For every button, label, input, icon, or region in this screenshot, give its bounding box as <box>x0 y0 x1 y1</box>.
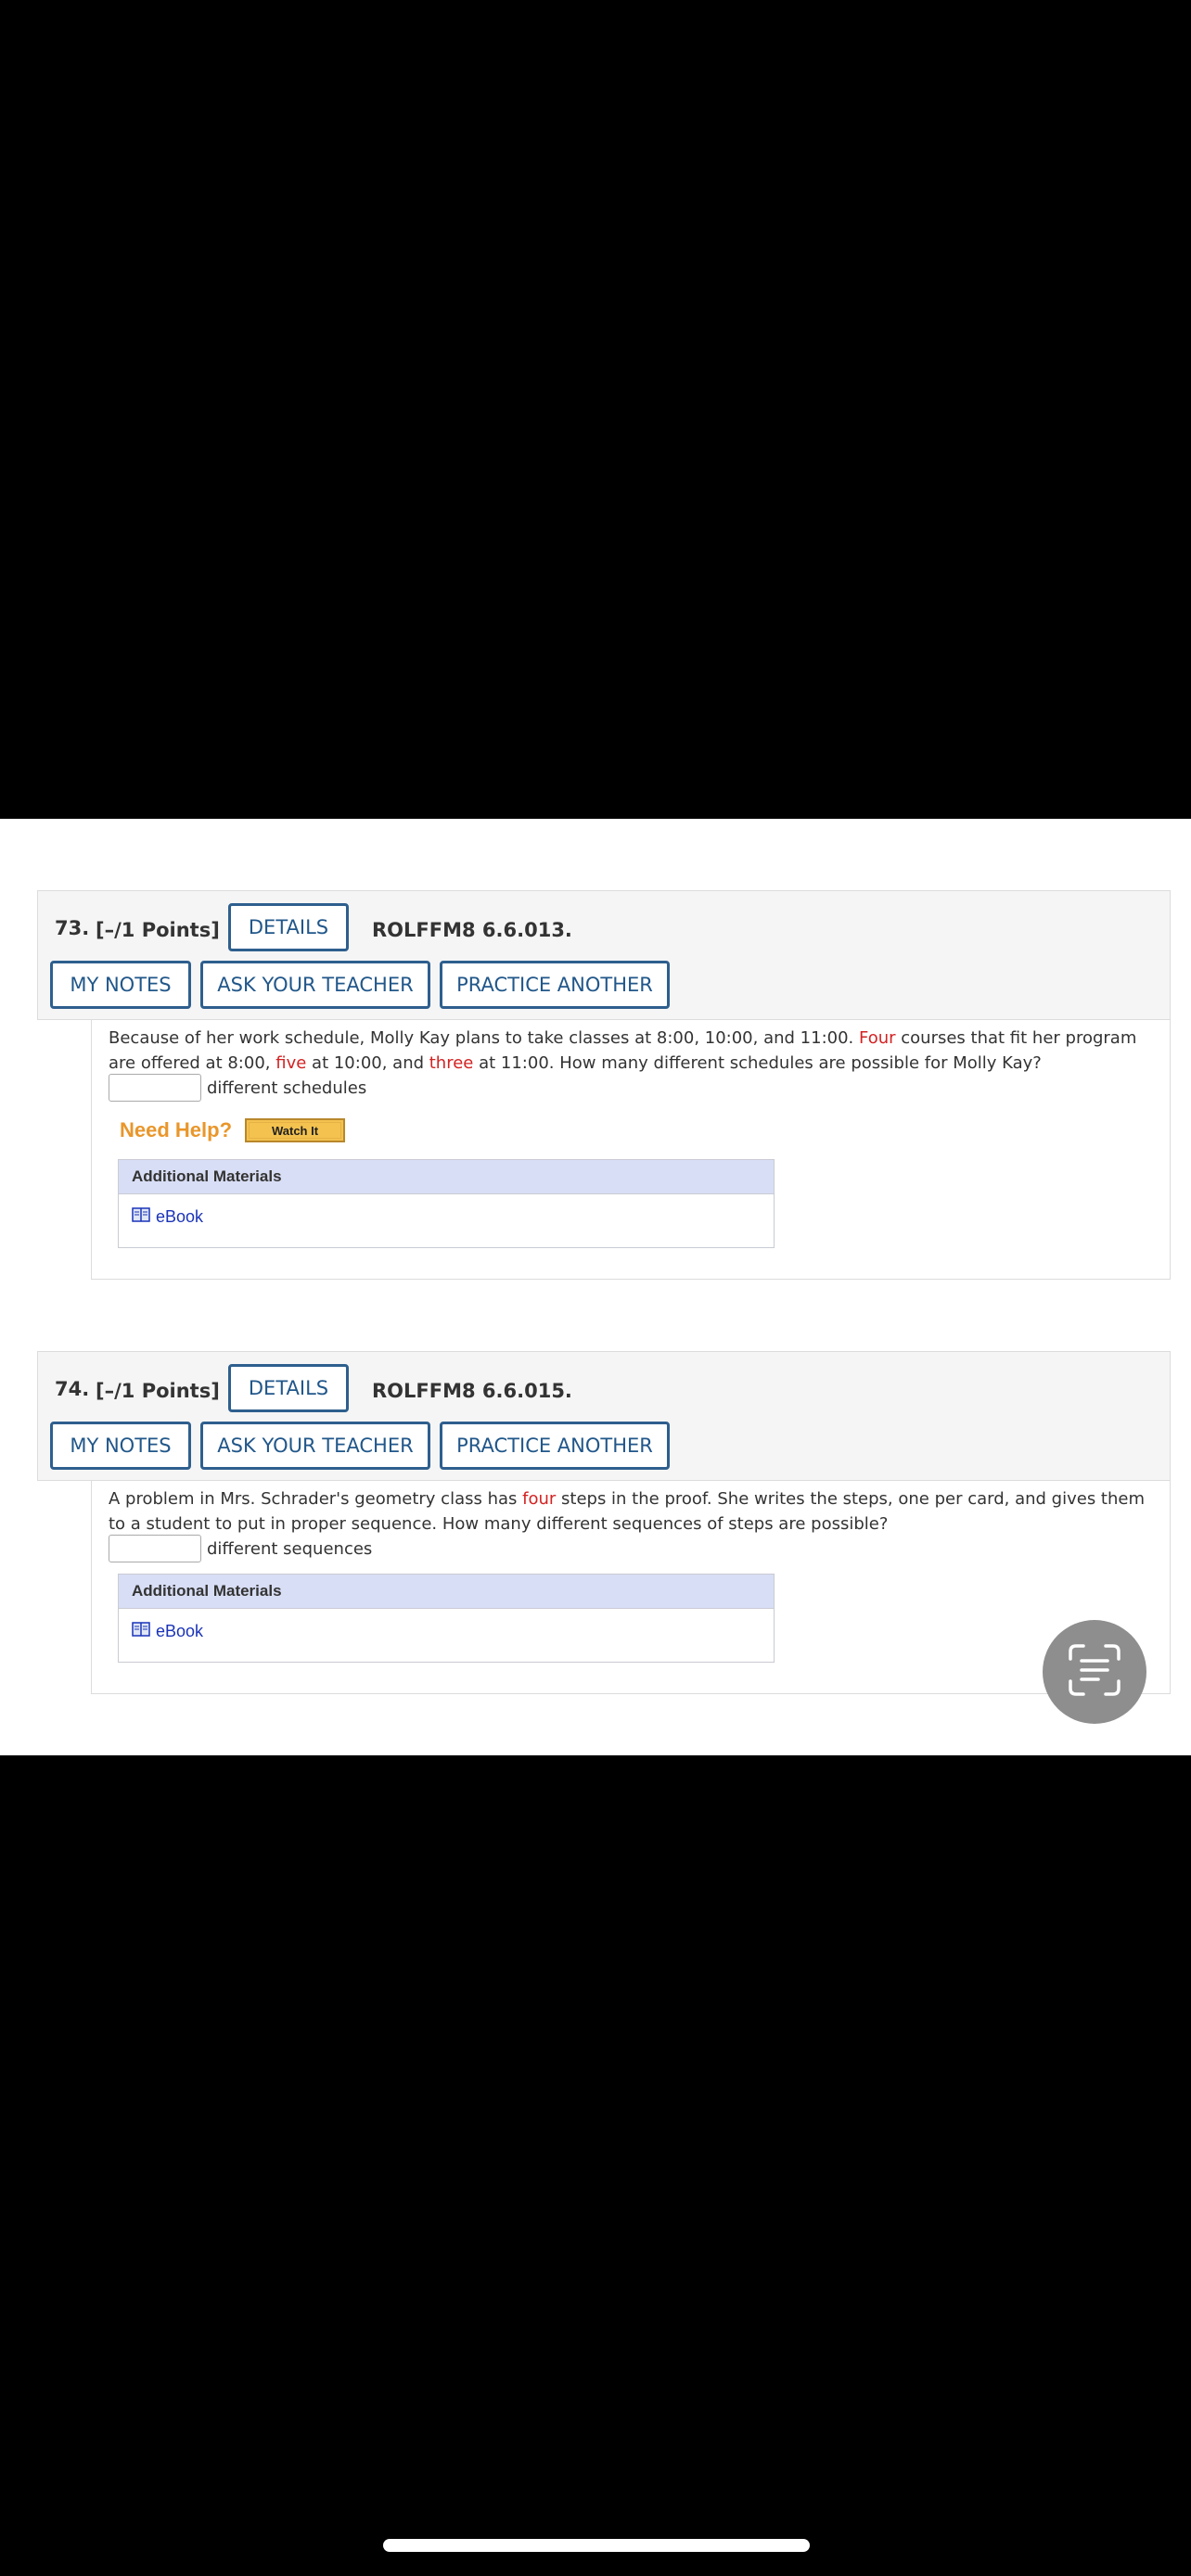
question-number: 73. <box>55 917 90 939</box>
details-button[interactable]: DETAILS <box>228 903 349 951</box>
additional-materials-header: Additional Materials <box>119 1160 774 1194</box>
question-73-body: Because of her work schedule, Molly Kay … <box>91 1020 1171 1280</box>
question-points: [–/1 Points] <box>96 919 220 941</box>
ebook-link[interactable]: eBook <box>132 1206 203 1227</box>
highlight-value: four <box>522 1489 557 1509</box>
ask-your-teacher-button[interactable]: ASK YOUR TEACHER <box>200 961 430 1009</box>
question-code: ROLFFM8 6.6.013. <box>372 919 572 941</box>
need-help-label: Need Help? <box>120 1118 233 1141</box>
additional-materials-header: Additional Materials <box>119 1575 774 1609</box>
details-button[interactable]: DETAILS <box>228 1364 349 1412</box>
text-scan-button[interactable] <box>1043 1620 1146 1724</box>
answer-input[interactable] <box>109 1535 201 1562</box>
additional-materials: Additional Materials eBook <box>118 1574 775 1663</box>
question-74-body: A problem in Mrs. Schrader's geometry cl… <box>91 1481 1171 1694</box>
need-help: Need Help? Watch It <box>120 1118 346 1142</box>
highlight-value: five <box>275 1053 307 1073</box>
answer-input[interactable] <box>109 1074 201 1102</box>
answer-unit: different schedules <box>207 1078 367 1098</box>
additional-materials: Additional Materials eBook <box>118 1159 775 1248</box>
ebook-label: eBook <box>156 1621 204 1640</box>
question-73-header: 73. [–/1 Points] DETAILS ROLFFM8 6.6.013… <box>37 890 1171 1020</box>
question-text: A problem in Mrs. Schrader's geometry cl… <box>109 1489 1146 1534</box>
my-notes-button[interactable]: MY NOTES <box>50 1422 191 1470</box>
ask-your-teacher-button[interactable]: ASK YOUR TEACHER <box>200 1422 430 1470</box>
question-code: ROLFFM8 6.6.015. <box>372 1380 572 1402</box>
question-text: Because of her work schedule, Molly Kay … <box>109 1028 1137 1073</box>
ebook-label: eBook <box>156 1206 204 1226</box>
ebook-link[interactable]: eBook <box>132 1621 203 1641</box>
question-74-header: 74. [–/1 Points] DETAILS ROLFFM8 6.6.015… <box>37 1351 1171 1481</box>
practice-another-button[interactable]: PRACTICE ANOTHER <box>440 1422 670 1470</box>
question-number: 74. <box>55 1378 90 1400</box>
highlight-value: Four <box>858 1028 896 1048</box>
answer-unit: different sequences <box>207 1538 373 1559</box>
watch-it-button[interactable]: Watch It <box>245 1118 346 1142</box>
home-indicator <box>383 2539 810 2552</box>
answer-row: different schedules <box>109 1074 366 1102</box>
highlight-value: three <box>429 1053 474 1073</box>
question-points: [–/1 Points] <box>96 1380 220 1402</box>
assignment-content: 73. [–/1 Points] DETAILS ROLFFM8 6.6.013… <box>0 819 1191 1755</box>
practice-another-button[interactable]: PRACTICE ANOTHER <box>440 961 670 1009</box>
book-icon <box>132 1206 150 1227</box>
answer-row: different sequences <box>109 1535 372 1562</box>
text-scan-icon <box>1065 1640 1124 1703</box>
book-icon <box>132 1621 150 1641</box>
my-notes-button[interactable]: MY NOTES <box>50 961 191 1009</box>
